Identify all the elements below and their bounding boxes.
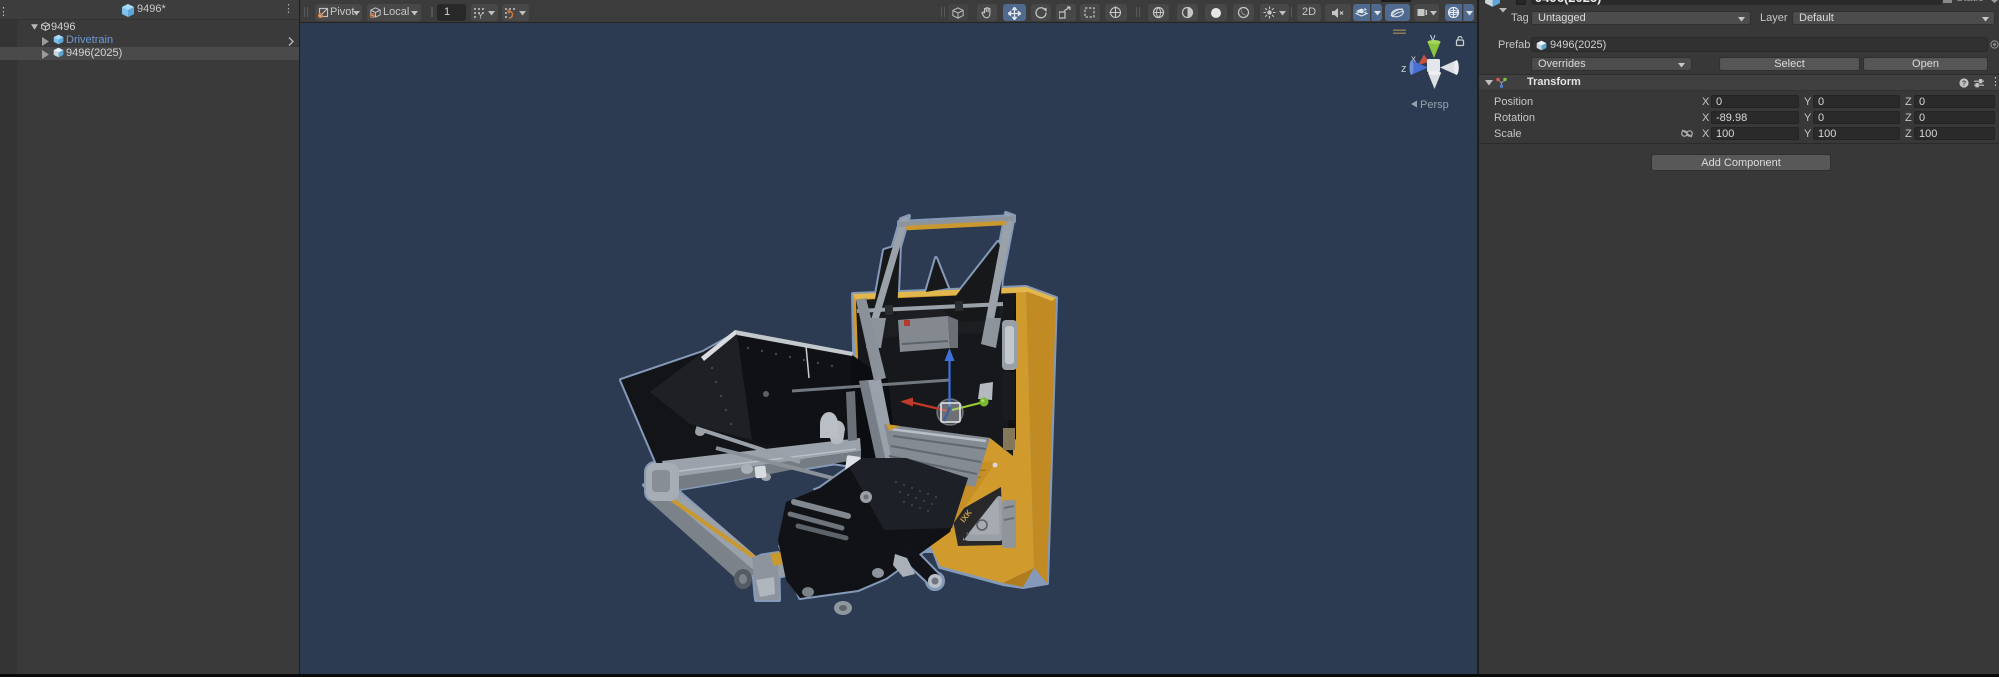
svg-text:Persp: Persp: [1420, 99, 1449, 111]
svg-text:Y: Y: [478, 12, 484, 20]
svg-text:?: ?: [1962, 81, 1966, 88]
svg-text:z: z: [1401, 63, 1407, 75]
